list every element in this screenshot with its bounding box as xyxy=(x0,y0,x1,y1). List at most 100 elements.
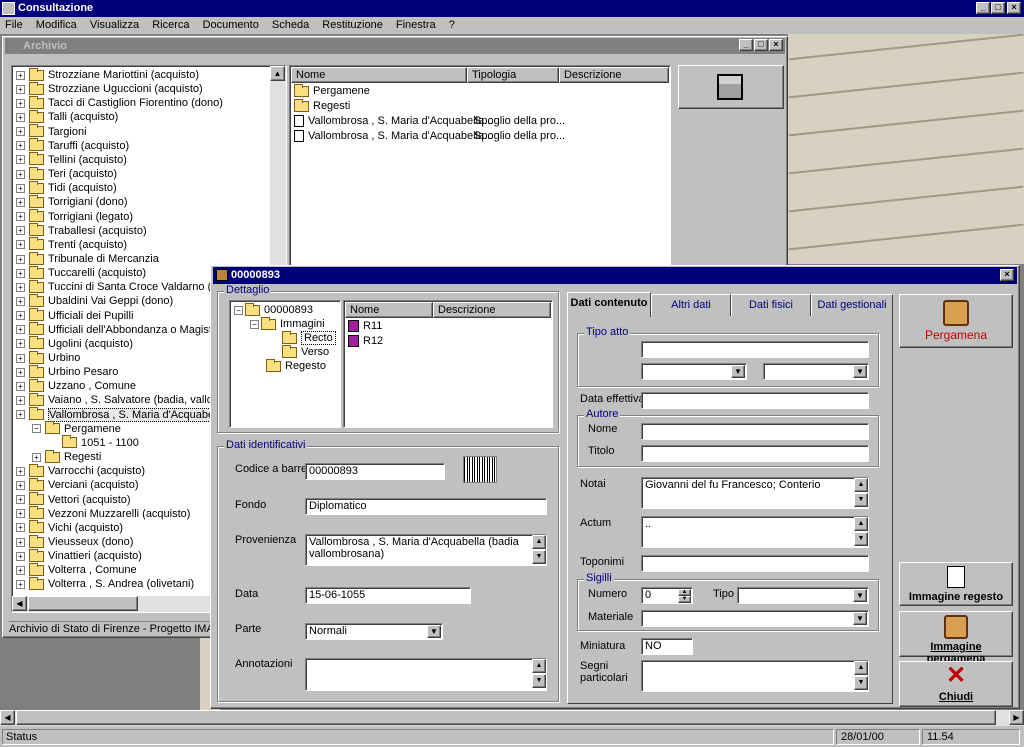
archive-cabinet-button[interactable] xyxy=(678,65,784,109)
tree-item[interactable]: + Tacci di Castiglion Fiorentino (dono) xyxy=(16,95,223,110)
expand-icon[interactable]: + xyxy=(16,579,25,589)
collapse-icon[interactable]: − xyxy=(250,319,259,329)
tree-item[interactable]: + Talli (acquisto) xyxy=(16,110,118,124)
menu-ricerca[interactable]: Ricerca xyxy=(147,17,194,34)
expand-icon[interactable]: + xyxy=(16,282,25,292)
tree-item[interactable]: + Taruffi (acquisto) xyxy=(16,138,129,153)
menu-visualizza[interactable]: Visualizza xyxy=(85,17,144,34)
tipo-atto-select-1[interactable]: ▼ xyxy=(641,363,747,380)
data-field[interactable]: 15-06-1055 xyxy=(305,587,471,604)
maximize-button[interactable]: □ xyxy=(991,2,1005,14)
archive-minimize-button[interactable]: _ xyxy=(739,39,753,51)
codice-field[interactable]: 00000893 xyxy=(305,463,445,480)
expand-icon[interactable]: + xyxy=(16,311,25,321)
menu-scheda[interactable]: Scheda xyxy=(267,17,314,34)
col-descrizione[interactable]: Descrizione xyxy=(559,67,669,83)
tree-item[interactable]: + Volterra , Comune xyxy=(16,562,137,577)
pergamena-button[interactable]: Pergamena xyxy=(899,294,1013,348)
provenienza-scroll-up[interactable]: ▲ xyxy=(532,535,546,549)
materiale-select[interactable]: ▼ xyxy=(641,610,869,627)
expand-icon[interactable]: + xyxy=(16,381,25,391)
collapse-icon[interactable]: − xyxy=(234,305,243,315)
immagine-pergamena-button[interactable]: Immagine pergamena xyxy=(899,611,1013,665)
expand-icon[interactable]: + xyxy=(16,466,25,476)
archive-maximize-button[interactable]: □ xyxy=(754,39,768,51)
tree-item[interactable]: + Torrigiani (legato) xyxy=(16,209,133,224)
tree-item[interactable]: − Pergamene xyxy=(32,421,121,436)
tree-item[interactable]: + Strozziane Mariottini (acquisto) xyxy=(16,67,199,82)
tree-item[interactable]: + Tuccini di Santa Croce Valdarno (dono) xyxy=(16,279,239,294)
expand-icon[interactable]: + xyxy=(16,183,25,193)
expand-icon[interactable]: + xyxy=(16,113,25,123)
tree-item[interactable]: + Verciani (acquisto) xyxy=(16,477,139,492)
tree-item[interactable]: + Teri (acquisto) xyxy=(16,166,117,181)
expand-icon[interactable]: + xyxy=(16,254,25,264)
tree-item[interactable]: + Ufficiali dei Pupilli xyxy=(16,308,133,323)
tree-item[interactable]: + Uzzano , Comune xyxy=(16,378,136,393)
notai-field[interactable]: Giovanni del fu Francesco; Conterio ▲ ▼ xyxy=(641,477,869,509)
detail-tree-regesto[interactable]: Regesto xyxy=(266,358,326,373)
tab-dati-fisici[interactable]: Dati fisici xyxy=(731,294,811,316)
tree-item[interactable]: + Vieusseux (dono) xyxy=(16,534,133,549)
expand-icon[interactable]: + xyxy=(16,509,25,519)
notai-scroll-down[interactable]: ▼ xyxy=(854,493,868,507)
expand-icon[interactable]: + xyxy=(16,480,25,490)
detail-close-button[interactable]: × xyxy=(1000,269,1014,281)
col-nome[interactable]: Nome xyxy=(291,67,467,83)
detail-col-descrizione[interactable]: Descrizione xyxy=(433,302,551,318)
tree-item[interactable]: + Ugolini (acquisto) xyxy=(16,336,133,351)
tree-item[interactable]: + Vaiano , S. Salvatore (badia, vallombr xyxy=(16,393,232,407)
expand-icon[interactable]: + xyxy=(16,70,25,80)
tree-item[interactable]: + Vinattieri (acquisto) xyxy=(16,548,142,563)
chevron-down-icon[interactable]: ▼ xyxy=(853,612,867,625)
tree-item[interactable]: + Targioni xyxy=(16,124,87,139)
tipo-atto-field[interactable] xyxy=(641,341,869,358)
fondo-field[interactable]: Diplomatico xyxy=(305,498,547,515)
menu-documento[interactable]: Documento xyxy=(198,17,264,34)
mdi-hscroll-thumb[interactable] xyxy=(16,710,996,725)
list-item[interactable]: Pergamene xyxy=(294,83,370,98)
chevron-down-icon[interactable]: ▼ xyxy=(731,365,745,378)
chevron-down-icon[interactable]: ▼ xyxy=(427,625,441,638)
tree-item[interactable]: + Varrocchi (acquisto) xyxy=(16,463,145,478)
mdi-scroll-left[interactable]: ◀ xyxy=(0,710,15,725)
tab-dati-contenuto[interactable]: Dati contenuto xyxy=(567,292,651,317)
chiudi-button[interactable]: ✕ Chiudi xyxy=(899,661,1013,707)
expand-icon[interactable]: + xyxy=(16,169,25,179)
expand-icon[interactable]: + xyxy=(16,410,25,420)
actum-scroll-down[interactable]: ▼ xyxy=(854,532,868,546)
list-item[interactable]: R12 xyxy=(348,334,383,348)
expand-icon[interactable]: + xyxy=(16,537,25,547)
tree-item[interactable]: + Tellini (acquisto) xyxy=(16,152,127,167)
expand-icon[interactable]: + xyxy=(16,240,25,250)
tree-item[interactable]: + Vezzoni Muzzarelli (acquisto) xyxy=(16,506,190,521)
tipo-select[interactable]: ▼ xyxy=(737,587,869,604)
mdi-hscrollbar[interactable]: ◀ ▶ xyxy=(0,710,1024,726)
segni-scroll-down[interactable]: ▼ xyxy=(854,676,868,690)
tree-item[interactable]: + Vichi (acquisto) xyxy=(16,520,123,535)
tree-item[interactable]: 1051 - 1100 xyxy=(62,435,139,450)
annotazioni-scroll-up[interactable]: ▲ xyxy=(532,659,546,673)
stepper-up-icon[interactable]: ▲ xyxy=(678,589,691,596)
provenienza-field[interactable]: Vallombrosa , S. Maria d'Acquabella (bad… xyxy=(305,534,547,566)
expand-icon[interactable]: + xyxy=(16,325,25,335)
tree-item[interactable]: + Tuccarelli (acquisto) xyxy=(16,265,146,280)
tipo-atto-select-2[interactable]: ▼ xyxy=(763,363,869,380)
collapse-icon[interactable]: − xyxy=(32,424,41,434)
detail-list[interactable]: Nome Descrizione R11 R12 xyxy=(343,300,553,428)
expand-icon[interactable]: + xyxy=(16,296,25,306)
menu-modifica[interactable]: Modifica xyxy=(31,17,82,34)
detail-tree-immagini[interactable]: − Immagini xyxy=(250,316,325,331)
tab-dati-gestionali[interactable]: Dati gestionali xyxy=(811,294,893,316)
tree-item[interactable]: + Traballesi (acquisto) xyxy=(16,223,147,238)
expand-icon[interactable]: + xyxy=(16,353,25,363)
segni-field[interactable]: ▲ ▼ xyxy=(641,660,869,692)
chevron-down-icon[interactable]: ▼ xyxy=(853,365,867,378)
tree-item[interactable]: + Vallombrosa , S. Maria d'Acquabella (b xyxy=(16,407,239,422)
tab-altri-dati[interactable]: Altri dati xyxy=(651,294,731,316)
expand-icon[interactable]: + xyxy=(16,212,25,222)
tree-item[interactable]: + Tidi (acquisto) xyxy=(16,180,117,195)
menu-file[interactable]: File xyxy=(0,17,28,34)
stepper-down-icon[interactable]: ▼ xyxy=(678,596,691,603)
expand-icon[interactable]: + xyxy=(16,226,25,236)
